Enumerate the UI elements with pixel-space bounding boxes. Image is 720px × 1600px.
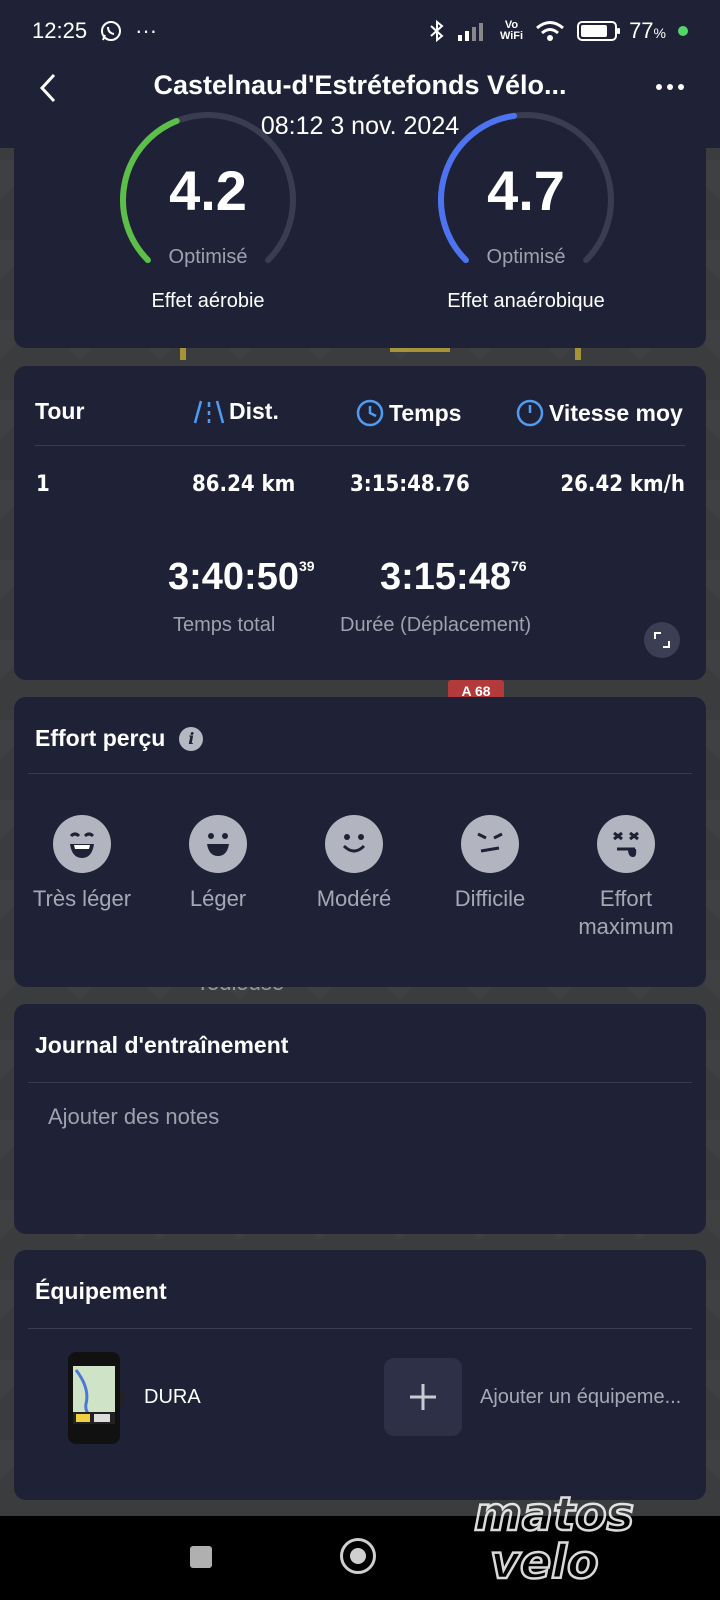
effort-title: Effort perçu i [35,725,204,752]
laps-card: Tour Dist. Temps Vitesse moy 1 86.24 km … [14,366,706,680]
exhausted-face-icon [597,815,655,873]
aerobic-gauge: 4.2 Optimisé Effet aérobie [108,112,308,348]
aerobic-status: Optimisé [168,246,248,268]
equipment-title: Équipement [35,1278,167,1304]
svg-text:matos: matos [474,1487,634,1541]
notes-input[interactable]: Ajouter des notes [48,1104,219,1130]
lap-speed: 26.42 km/h [560,472,685,497]
lap-header: Tour [35,398,85,424]
speedometer-icon [516,399,544,427]
lap-time: 3:15:48.76 [350,472,470,497]
effort-option-hard[interactable]: Difficile [420,815,560,913]
slight-smile-icon [325,815,383,873]
whatsapp-icon [99,19,123,43]
divider [28,1328,692,1329]
total-time-value: 3:40:5039 [168,556,315,598]
effort-option-light[interactable]: Léger [148,815,288,913]
laps-header: Tour Dist. Temps Vitesse moy [35,386,685,446]
divider [28,1082,692,1083]
anaerobic-status: Optimisé [486,246,566,268]
more-options-button[interactable] [650,72,690,102]
aerobic-label: Effet aérobie [151,290,265,312]
moving-time-value: 3:15:4876 [380,556,527,598]
laughing-face-icon [53,815,111,873]
training-effect-card: 4.2 Optimisé Effet aérobie 4.7 Optimisé … [14,112,706,348]
grimace-face-icon [461,815,519,873]
page-title: Castelnau-d'Estrétefonds Vélo... [153,70,567,100]
lap-distance: 86.24 km [192,472,296,497]
home-button[interactable] [340,1538,376,1574]
smiling-face-icon [189,815,247,873]
journal-title: Journal d'entraînement [35,1032,289,1058]
clock: 12:25 [32,18,88,43]
distance-icon [193,400,225,423]
perceived-effort-card: Effort perçu i Très léger Léger Modéré D… [14,697,706,987]
svg-text:velo: velo [490,1535,599,1584]
back-button[interactable] [30,70,66,106]
total-time-label: Temps total [173,614,276,636]
device-name: DURA [144,1386,201,1408]
privacy-indicator-dot [678,26,688,36]
effort-option-moderate[interactable]: Modéré [284,815,424,913]
expand-icon [654,632,670,648]
anaerobic-label: Effet anaérobique [447,290,605,312]
info-icon[interactable]: i [179,726,204,751]
wifi-icon [535,20,565,42]
status-bar: 12:25 ··· Vo WiFi 77% [0,0,720,62]
effort-option-very-light[interactable]: Très léger [12,815,152,913]
recents-button[interactable] [190,1546,212,1568]
add-equipment-label[interactable]: Ajouter un équipeme... [480,1386,692,1409]
distance-header: Dist. [193,398,279,425]
chevron-left-icon [39,73,56,103]
more-notifications-icon: ··· [135,18,158,43]
moving-time-label: Durée (Déplacement) [340,614,532,636]
battery-icon [577,21,621,41]
expand-button[interactable] [644,622,680,658]
matosvelo-watermark-logo: matos velo [473,1486,635,1584]
speed-header: Vitesse moy [515,398,683,428]
vowifi-icon: Vo WiFi [499,19,524,42]
aerobic-value: 4.2 [169,159,247,222]
gps-device-image [64,1352,128,1444]
anaerobic-gauge: 4.7 Optimisé Effet anaérobique [426,112,626,348]
time-header: Temps [355,398,461,428]
signal-icon [457,21,488,41]
battery-level: 77% [629,18,666,43]
training-journal-card: Journal d'entraînement Ajouter des notes [14,1004,706,1234]
lap-number: 1 [36,472,50,497]
equipment-card: Équipement DURA Ajouter un équipeme... [14,1250,706,1500]
add-equipment-button[interactable] [384,1358,462,1436]
anaerobic-value: 4.7 [487,159,565,222]
plus-icon [410,1384,436,1410]
bluetooth-icon [428,19,446,43]
clock-icon [356,399,384,427]
divider [28,773,692,774]
effort-option-maximum[interactable]: Effort maximum [556,815,696,941]
